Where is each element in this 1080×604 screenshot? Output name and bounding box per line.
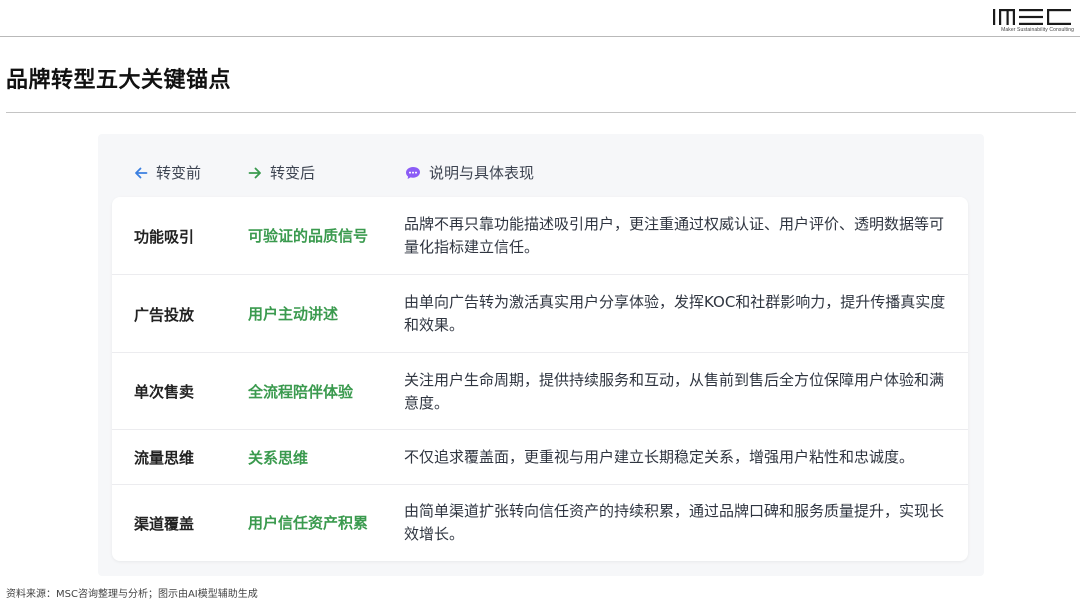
page-title: 品牌转型五大关键锚点 <box>6 67 232 93</box>
source-note: 资料来源：MSC咨询整理与分析；图示由AI模型辅助生成 <box>6 589 258 600</box>
row-before: 流量思维 <box>134 449 195 467</box>
row-desc: 由简单渠道扩张转向信任资产的持续积累，通过品牌口碑和服务质量提升，实现长效增长。 <box>404 502 945 543</box>
header-after: 转变后 <box>248 162 315 183</box>
msc-logo: Maker Sustainability Consulting <box>992 8 1074 34</box>
row-after: 可验证的品质信号 <box>248 227 369 245</box>
row-before: 功能吸引 <box>134 227 195 246</box>
table-row: 渠道覆盖 用户信任资产积累 由简单渠道扩张转向信任资产的持续积累，通过品牌口碑和… <box>112 485 968 561</box>
row-before: 单次售卖 <box>134 383 195 401</box>
table-row: 广告投放 用户主动讲述 由单向广告转为激活真实用户分享体验，发挥KOC和社群影响… <box>112 275 968 353</box>
row-desc: 不仅追求覆盖面，更重视与用户建立长期稳定关系，增强用户粘性和忠诚度。 <box>404 448 915 466</box>
logo-tagline: Maker Sustainability Consulting <box>1001 27 1074 33</box>
arrow-left-icon <box>134 166 148 180</box>
arrow-right-icon <box>248 166 262 180</box>
row-before: 渠道覆盖 <box>134 514 195 533</box>
row-desc: 由单向广告转为激活真实用户分享体验，发挥KOC和社群影响力，提升传播真实度和效果… <box>404 293 946 334</box>
row-desc: 关注用户生命周期，提供持续服务和互动，从售前到售后全方位保障用户体验和满意度。 <box>404 370 945 412</box>
msc-logo-mark <box>993 9 1071 25</box>
title-divider <box>6 112 1076 113</box>
row-desc: 品牌不再只靠功能描述吸引用户，更注重通过权威认证、用户评价、透明数据等可量化指标… <box>404 215 945 256</box>
header-desc: 说明与具体表现 <box>405 162 534 183</box>
header-desc-label: 说明与具体表现 <box>429 164 535 182</box>
header-after-label: 转变后 <box>270 164 316 182</box>
row-after: 关系思维 <box>248 448 309 467</box>
table-row: 单次售卖 全流程陪伴体验 关注用户生命周期，提供持续服务和互动，从售前到售后全方… <box>112 353 968 430</box>
chat-bubble-icon <box>405 166 421 180</box>
row-after: 全流程陪伴体验 <box>248 382 354 401</box>
header-before-label: 转变前 <box>156 164 202 182</box>
header-divider <box>0 36 1080 37</box>
row-after: 用户主动讲述 <box>248 305 339 323</box>
row-after: 用户信任资产积累 <box>248 514 369 532</box>
table-row: 功能吸引 可验证的品质信号 品牌不再只靠功能描述吸引用户，更注重通过权威认证、用… <box>112 197 968 275</box>
header-before: 转变前 <box>134 162 201 183</box>
row-before: 广告投放 <box>134 305 195 324</box>
table-row: 流量思维 关系思维 不仅追求覆盖面，更重视与用户建立长期稳定关系，增强用户粘性和… <box>112 430 968 485</box>
